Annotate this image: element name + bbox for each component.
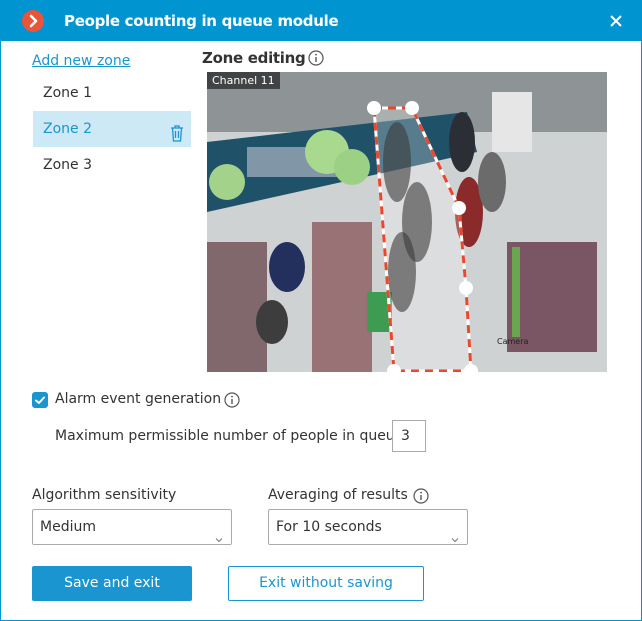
trash-icon[interactable]	[169, 120, 185, 142]
add-new-zone-link[interactable]: Add new zone	[32, 53, 130, 69]
close-icon[interactable]	[607, 12, 625, 30]
chevron-down-icon	[215, 523, 223, 543]
title-bar: People counting in queue module	[1, 1, 641, 41]
zone-vertex-handle	[405, 101, 419, 115]
max-people-input[interactable]: 3	[392, 420, 426, 452]
people-counting-dialog: People counting in queue module Add new …	[0, 0, 642, 621]
zone-list-item-selected[interactable]: Zone 2	[33, 111, 191, 147]
averaging-select[interactable]: For 10 seconds	[268, 509, 468, 545]
zone-list-item[interactable]: Zone 3	[33, 147, 191, 183]
zone-vertex-handle	[367, 101, 381, 115]
averaging-value: For 10 seconds	[276, 519, 382, 535]
averaging-label: Averaging of results	[268, 487, 408, 503]
sensitivity-value: Medium	[40, 519, 96, 535]
camera-watermark: Camera	[497, 337, 528, 346]
zone-vertex-handle	[459, 281, 473, 295]
camera-video-frame[interactable]: Camera Channel 11	[207, 72, 607, 372]
camera-scene: Camera	[207, 72, 607, 372]
app-logo-icon	[22, 10, 44, 32]
zone-list-item[interactable]: Zone 1	[33, 75, 191, 111]
channel-label: Channel 11	[207, 72, 280, 89]
zone-vertex-handle	[452, 201, 466, 215]
sensitivity-label: Algorithm sensitivity	[32, 487, 177, 503]
info-icon[interactable]	[224, 392, 240, 408]
alarm-event-checkbox[interactable]	[32, 392, 48, 408]
zone-label: Zone 2	[43, 121, 92, 137]
dialog-title: People counting in queue module	[64, 12, 339, 30]
save-and-exit-button[interactable]: Save and exit	[32, 566, 192, 601]
exit-without-saving-button[interactable]: Exit without saving	[228, 566, 424, 601]
alarm-event-label: Alarm event generation	[55, 391, 222, 407]
sensitivity-select[interactable]: Medium	[32, 509, 232, 545]
zone-label: Zone 3	[43, 157, 92, 173]
zone-editing-title: Zone editing	[202, 49, 306, 67]
max-people-label: Maximum permissible number of people in …	[55, 428, 404, 444]
info-icon[interactable]	[413, 488, 429, 504]
zone-label: Zone 1	[43, 85, 92, 101]
info-icon[interactable]	[308, 50, 324, 66]
chevron-down-icon	[451, 523, 459, 543]
